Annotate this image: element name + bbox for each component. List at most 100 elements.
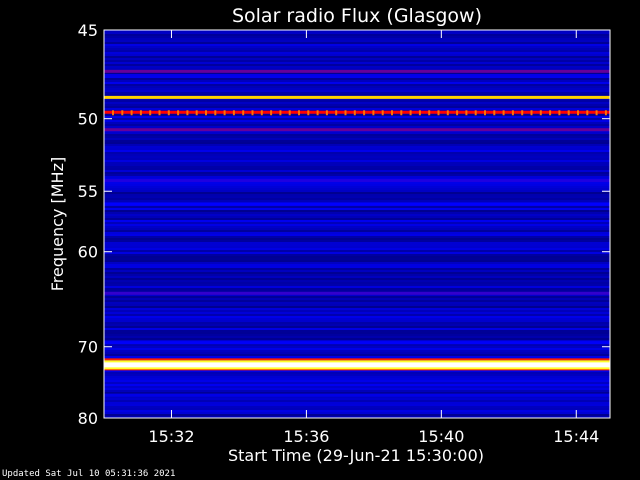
heatmap-row [104, 184, 610, 186]
heatmap-row [104, 284, 610, 286]
interference-dot [205, 110, 207, 116]
heatmap-row [104, 302, 610, 304]
y-tick-label: 60 [78, 243, 98, 262]
heatmap-row [104, 282, 610, 284]
interference-dot [186, 110, 189, 116]
heatmap-row [104, 224, 610, 226]
heatmap-row [104, 94, 610, 96]
heatmap-row [104, 146, 610, 148]
heatmap-row [104, 64, 610, 66]
interference-dot [484, 110, 486, 116]
heatmap-row [104, 42, 610, 44]
heatmap-row [104, 124, 610, 126]
interference-dot [400, 110, 403, 116]
heatmap-row [104, 196, 610, 198]
heatmap-row [104, 352, 610, 354]
heatmap-row [104, 144, 610, 146]
heatmap-row [104, 266, 610, 268]
interference-dot [251, 110, 254, 116]
heatmap-row [104, 102, 610, 104]
heatmap-row [104, 400, 610, 402]
heatmap-row [104, 210, 610, 212]
heatmap-row [104, 264, 610, 266]
y-axis-label: Frequency [MHz] [48, 157, 67, 291]
heatmap-row [104, 90, 610, 92]
frequency-band [104, 361, 610, 369]
interference-dot [511, 110, 514, 116]
heatmap-row [104, 208, 610, 210]
heatmap-row [104, 414, 610, 416]
frequency-band [104, 69, 610, 73]
heatmap-row [104, 300, 610, 302]
interference-dot [177, 110, 180, 116]
heatmap-row [104, 138, 610, 140]
heatmap-row [104, 120, 610, 122]
interference-dot [260, 110, 263, 116]
heatmap-row [104, 390, 610, 392]
heatmap-row [104, 80, 610, 82]
heatmap-row [104, 252, 610, 254]
x-tick-label: 15:40 [418, 427, 464, 446]
heatmap-row [104, 136, 610, 138]
heatmap-row [104, 410, 610, 412]
chart-title: Solar radio Flux (Glasgow) [232, 5, 482, 27]
heatmap-row [104, 60, 610, 62]
frequency-band-edge [104, 367, 610, 370]
heatmap-row [104, 332, 610, 334]
heatmap-row [104, 66, 610, 68]
heatmap-row [104, 232, 610, 234]
heatmap-row [104, 176, 610, 178]
heatmap-row [104, 168, 610, 170]
heatmap-row [104, 126, 610, 128]
heatmap-row [104, 48, 610, 50]
heatmap-row [104, 166, 610, 168]
heatmap-row [104, 172, 610, 174]
heatmap-row [104, 386, 610, 388]
heatmap-row [104, 82, 610, 84]
heatmap-row [104, 346, 610, 348]
heatmap-row [104, 270, 610, 272]
heatmap-row [104, 160, 610, 162]
heatmap-row [104, 104, 610, 106]
heatmap-row [104, 402, 610, 404]
heatmap-row [104, 188, 610, 190]
heatmap-row [104, 324, 610, 326]
interference-dot [325, 110, 328, 116]
heatmap-row [104, 308, 610, 310]
frequency-band [104, 95, 610, 99]
interference-dot [316, 110, 319, 116]
interference-dot [539, 110, 542, 116]
heatmap-row [104, 206, 610, 208]
frequency-band [104, 341, 610, 345]
frequency-band [104, 110, 610, 114]
heatmap-row [104, 238, 610, 240]
heatmap-row [104, 384, 610, 386]
x-tick-label: 15:36 [283, 427, 329, 446]
heatmap-row [104, 256, 610, 258]
interference-dot [372, 110, 375, 116]
heatmap-row [104, 218, 610, 220]
interference-dot [595, 110, 598, 116]
heatmap-row [104, 200, 610, 202]
frequency-band [104, 128, 610, 132]
heatmap-row [104, 190, 610, 192]
heatmap-row [104, 338, 610, 340]
heatmap-row [104, 198, 610, 200]
heatmap-row [104, 62, 610, 64]
interference-dot [344, 110, 347, 116]
heatmap-row [104, 318, 610, 320]
heatmap-row [104, 258, 610, 260]
heatmap-row [104, 78, 610, 80]
interference-dot [149, 110, 152, 116]
x-tick-label: 15:44 [553, 427, 599, 446]
interference-dot [586, 110, 589, 116]
interference-dot [437, 110, 440, 116]
heatmap-row [104, 84, 610, 86]
y-tick-label: 50 [78, 110, 98, 129]
frequency-band-edge [104, 358, 610, 361]
heatmap-row [104, 140, 610, 142]
frequency-band [104, 393, 610, 397]
interference-dot [474, 110, 477, 116]
heatmap-row [104, 354, 610, 356]
interference-dot [167, 110, 170, 116]
